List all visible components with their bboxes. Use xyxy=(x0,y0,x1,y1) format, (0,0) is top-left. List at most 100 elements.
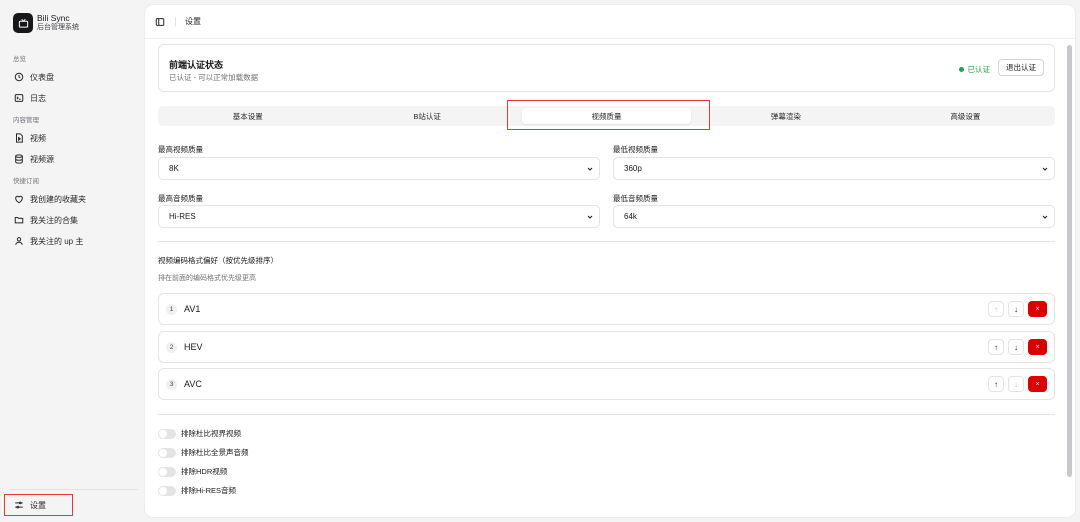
breadcrumb: 设置 xyxy=(185,17,201,26)
sidebar-item-label: 仪表盘 xyxy=(30,72,54,82)
toggle-switch[interactable] xyxy=(158,428,176,439)
tv-icon xyxy=(13,13,33,33)
tab-label: 高级设置 xyxy=(950,111,981,121)
max-video-quality-select[interactable]: 8K xyxy=(158,157,600,180)
sidebar-item-videos[interactable]: 视频 xyxy=(10,130,138,146)
codec-priority: 3 xyxy=(166,379,177,390)
toggle-row-dolby-vision: 排除杜比视界视频 xyxy=(158,428,241,439)
max-audio-quality-label: 最高音频质量 xyxy=(158,194,203,203)
sliders-icon xyxy=(14,500,24,510)
toggle-switch[interactable] xyxy=(158,447,176,458)
move-down-button[interactable]: ↓ xyxy=(1008,376,1024,392)
section-divider xyxy=(158,414,1055,415)
tab-label: 弹幕渲染 xyxy=(770,111,801,121)
sidebar-item-label: 我创建的收藏夹 xyxy=(30,194,86,204)
group-label-subscriptions: 快捷订阅 xyxy=(13,178,39,185)
divider xyxy=(175,16,176,27)
scrollbar[interactable] xyxy=(1067,45,1072,477)
main-panel: 设置 前端认证状态 已认证 - 可以正常加载数据 已认证 退出认证 基本设置 B… xyxy=(145,5,1075,517)
sidebar-item-uploaders[interactable]: 我关注的 up 主 xyxy=(10,233,138,249)
sidebar-item-label: 我关注的 up 主 xyxy=(30,236,84,246)
chevron-down-icon xyxy=(587,215,593,219)
database-icon xyxy=(14,154,24,164)
min-video-quality-select[interactable]: 360p xyxy=(613,157,1055,180)
sidebar-item-logs[interactable]: 日志 xyxy=(10,90,138,106)
select-value: 8K xyxy=(169,164,179,173)
move-down-button[interactable]: ↓ xyxy=(1008,301,1024,317)
video-file-icon xyxy=(14,133,24,143)
sidebar-toggle-icon[interactable] xyxy=(155,17,165,27)
tab-advanced[interactable]: 高级设置 xyxy=(876,106,1055,126)
codec-preference-subtitle: 排在前面的编码格式优先级更高 xyxy=(158,275,256,282)
user-icon xyxy=(14,236,24,246)
delete-button[interactable]: × xyxy=(1028,301,1047,317)
toggle-label: 排除杜比全景声音频 xyxy=(181,448,249,457)
chevron-down-icon xyxy=(1042,167,1048,171)
codec-preference-title: 视频编码格式偏好（按优先级排序） xyxy=(158,256,278,265)
select-value: 64k xyxy=(624,212,637,221)
max-audio-quality-select[interactable]: Hi-RES xyxy=(158,205,600,228)
sidebar-item-label: 日志 xyxy=(30,93,46,103)
codec-name: AV1 xyxy=(184,304,201,314)
sidebar-divider xyxy=(10,489,138,490)
tab-basic[interactable]: 基本设置 xyxy=(158,106,337,126)
sidebar-item-video-sources[interactable]: 视频源 xyxy=(10,151,138,167)
codec-name: HEV xyxy=(184,342,203,352)
toggle-label: 排除HDR视频 xyxy=(181,467,228,476)
toggle-row-hires: 排除Hi-RES音频 xyxy=(158,485,236,496)
codec-priority: 1 xyxy=(166,304,177,315)
logout-button[interactable]: 退出认证 xyxy=(998,59,1044,76)
heart-icon xyxy=(14,194,24,204)
chevron-down-icon xyxy=(1042,215,1048,219)
toggle-label: 排除Hi-RES音频 xyxy=(181,486,237,495)
min-video-quality-label: 最低视频质量 xyxy=(613,145,658,154)
tab-label: B站认证 xyxy=(413,111,441,121)
status-dot-icon xyxy=(958,67,964,72)
sidebar-item-label: 设置 xyxy=(30,500,46,510)
brand-subtitle: 后台管理系统 xyxy=(37,23,79,31)
min-audio-quality-label: 最低音频质量 xyxy=(613,194,658,203)
auth-status-card: 前端认证状态 已认证 - 可以正常加载数据 已认证 退出认证 xyxy=(158,44,1055,92)
codec-name: AVC xyxy=(184,379,202,389)
tab-bilibili-auth[interactable]: B站认证 xyxy=(337,106,516,126)
brand-name: Bili Sync xyxy=(37,13,70,24)
delete-button[interactable]: × xyxy=(1028,376,1047,392)
toggle-switch[interactable] xyxy=(158,485,176,496)
max-video-quality-label: 最高视频质量 xyxy=(158,145,203,154)
clock-icon xyxy=(14,72,24,82)
tab-danmaku[interactable]: 弹幕渲染 xyxy=(696,106,875,126)
move-up-button[interactable]: ↑ xyxy=(988,339,1004,355)
tab-label: 基本设置 xyxy=(232,111,263,121)
sidebar-item-collections[interactable]: 我关注的合集 xyxy=(10,212,138,228)
delete-button[interactable]: × xyxy=(1028,339,1047,355)
sidebar-item-label: 视频 xyxy=(30,133,46,143)
topbar: 设置 xyxy=(145,5,1075,39)
min-audio-quality-select[interactable]: 64k xyxy=(613,205,1055,228)
move-up-button[interactable]: ↑ xyxy=(988,376,1004,392)
select-value: Hi-RES xyxy=(169,212,196,221)
auth-description: 已认证 - 可以正常加载数据 xyxy=(169,73,259,82)
sidebar-item-dashboard[interactable]: 仪表盘 xyxy=(10,69,138,85)
brand[interactable]: Bili Sync 后台管理系统 xyxy=(13,13,79,33)
sidebar-item-favorites[interactable]: 我创建的收藏夹 xyxy=(10,191,138,207)
tab-highlight-box xyxy=(507,100,710,130)
sidebar-item-settings[interactable]: 设置 xyxy=(4,494,73,516)
group-label-overview: 总览 xyxy=(13,56,26,63)
codec-row: 2 HEV ↑ ↓ × xyxy=(158,331,1055,363)
toggle-row-dolby-atmos: 排除杜比全景声音频 xyxy=(158,447,249,458)
move-up-button[interactable]: ↑ xyxy=(988,301,1004,317)
codec-priority: 2 xyxy=(166,342,177,353)
section-divider xyxy=(158,241,1055,242)
sidebar-item-label: 视频源 xyxy=(30,154,54,164)
folder-icon xyxy=(14,215,24,225)
auth-title: 前端认证状态 xyxy=(169,60,224,70)
auth-status-badge: 已认证 xyxy=(958,64,991,75)
group-label-content: 内容管理 xyxy=(13,117,39,124)
auth-status-text: 已认证 xyxy=(967,65,991,74)
toggle-switch[interactable] xyxy=(158,466,176,477)
select-value: 360p xyxy=(624,164,642,173)
sidebar: Bili Sync 后台管理系统 总览 仪表盘 日志 内容管理 视频 视频源 快… xyxy=(0,0,145,522)
sidebar-item-label: 我关注的合集 xyxy=(30,215,78,225)
toggle-row-hdr: 排除HDR视频 xyxy=(158,466,227,477)
move-down-button[interactable]: ↓ xyxy=(1008,339,1024,355)
